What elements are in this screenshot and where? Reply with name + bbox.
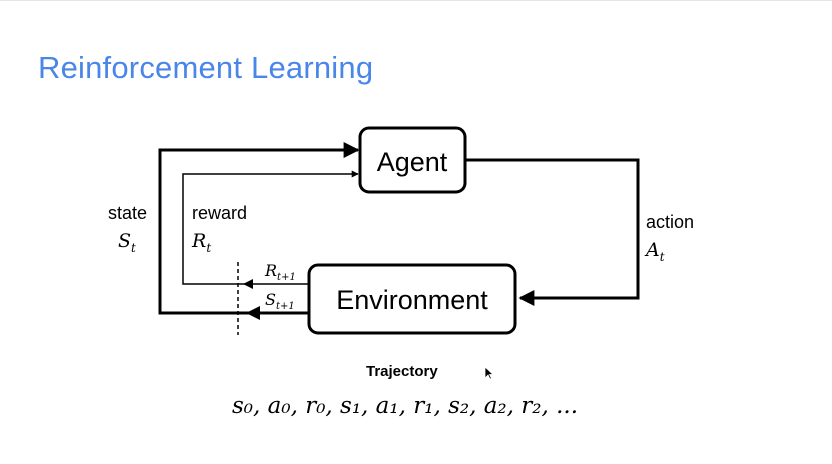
trajectory-sequence: s₀, a₀, r₀, s₁, a₁, r₁, s₂, a₂, r₂, ... bbox=[232, 393, 579, 419]
mouse-pointer-icon bbox=[484, 366, 494, 380]
action-symbol: At bbox=[644, 239, 665, 264]
next-state-arrowhead bbox=[246, 306, 260, 320]
reward-symbol: Rt bbox=[191, 230, 211, 255]
action-label: action bbox=[646, 212, 694, 232]
trajectory-caption: Trajectory bbox=[366, 363, 438, 380]
next-reward-symbol: Rt+1 bbox=[264, 261, 296, 283]
environment-label: Environment bbox=[336, 285, 488, 315]
state-symbol: St bbox=[118, 230, 136, 255]
state-label: state bbox=[108, 203, 147, 223]
agent-label: Agent bbox=[377, 147, 448, 177]
next-state-symbol: St+1 bbox=[265, 290, 295, 312]
slide: Reinforcement Learning Agent Environment bbox=[0, 0, 832, 464]
next-reward-arrowhead bbox=[243, 279, 253, 289]
reward-label: reward bbox=[192, 203, 247, 223]
